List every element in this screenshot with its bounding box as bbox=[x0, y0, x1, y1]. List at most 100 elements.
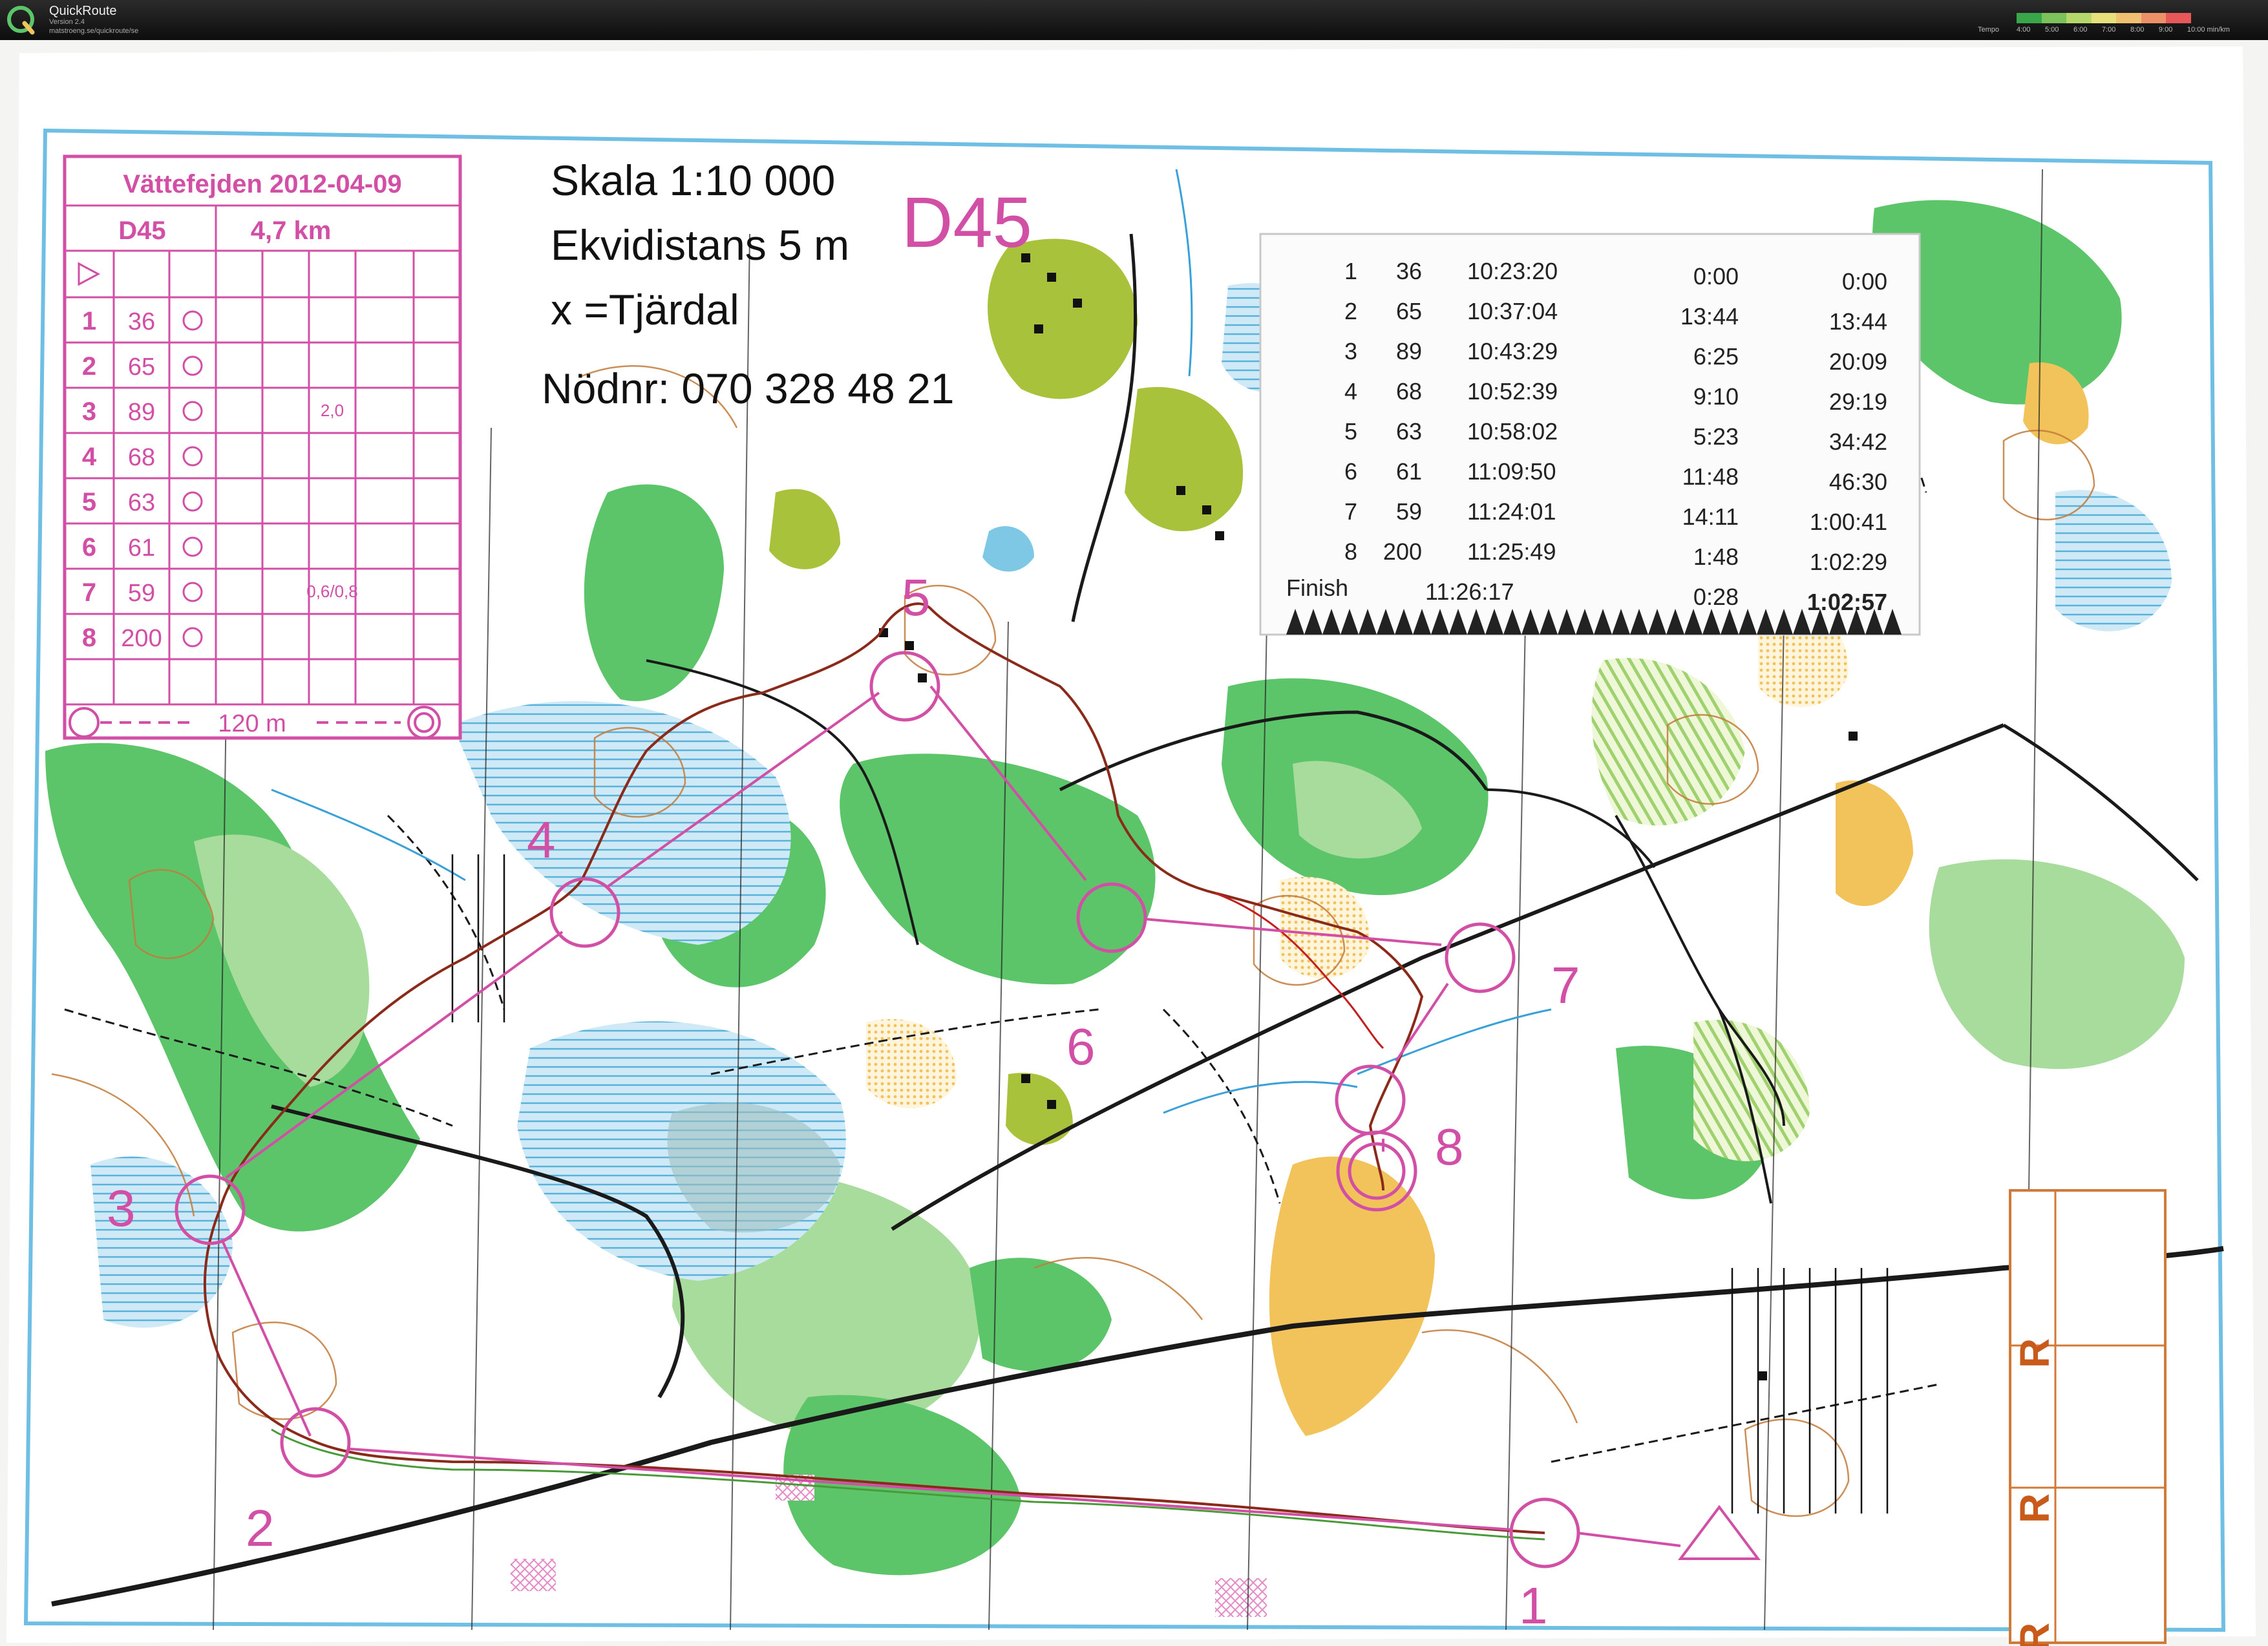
split-finish-label: Finish bbox=[1286, 575, 1348, 601]
forbidden-area bbox=[511, 1559, 556, 1591]
split-clock: 10:58:02 bbox=[1467, 418, 1558, 445]
tempo-color-swatch bbox=[2091, 13, 2117, 23]
split-clock: 10:52:39 bbox=[1467, 378, 1558, 405]
control-number-6: 6 bbox=[1066, 1018, 1096, 1075]
control-description-sheet: Vättefejden 2012-04-09 D45 4,7 km 1 362 65… bbox=[63, 154, 462, 740]
split-total: 46:30 bbox=[1829, 469, 1887, 495]
split-leg: 13:44 bbox=[1680, 303, 1739, 330]
description-control-number: 1 bbox=[82, 307, 96, 335]
tempo-color-scale bbox=[2017, 13, 2192, 23]
split-number: 7 bbox=[1344, 498, 1357, 525]
description-control-number: 7 bbox=[82, 578, 96, 607]
tempo-color-swatch bbox=[2041, 13, 2067, 23]
split-number: 3 bbox=[1344, 338, 1357, 364]
description-control-code: 68 bbox=[128, 444, 155, 471]
tempo-tick: 9:00 bbox=[2158, 26, 2173, 34]
description-control-code: 89 bbox=[128, 399, 155, 426]
split-total: 13:44 bbox=[1829, 308, 1887, 335]
split-code: 63 bbox=[1396, 418, 1422, 445]
split-total: 0:00 bbox=[1842, 268, 1887, 295]
split-leg: 14:11 bbox=[1682, 503, 1739, 530]
description-control-code: 59 bbox=[128, 580, 155, 607]
tempo-tick: 6:00 bbox=[2073, 26, 2088, 34]
description-control-code: 65 bbox=[128, 353, 155, 381]
control-number-1: 1 bbox=[1519, 1577, 1548, 1634]
split-code: 200 bbox=[1383, 538, 1422, 565]
description-control-number: 8 bbox=[82, 624, 96, 652]
split-total: 29:19 bbox=[1829, 388, 1887, 415]
control-number-7: 7 bbox=[1551, 956, 1580, 1014]
description-control-code: 200 bbox=[121, 625, 162, 652]
tempo-color-swatch bbox=[2141, 13, 2167, 23]
app-version: Version 2.4 bbox=[49, 18, 85, 26]
split-number: 8 bbox=[1344, 538, 1357, 565]
orienteering-map: 1 2 3 4 5 6 7 8 R R R Skala 1:10 000 Ekv… bbox=[0, 40, 2268, 1646]
split-leg: 11:48 bbox=[1682, 463, 1739, 490]
margin-letter: R bbox=[2011, 1338, 2058, 1368]
control-number-3: 3 bbox=[107, 1179, 136, 1237]
split-clock: 11:09:50 bbox=[1467, 458, 1556, 485]
split-finish-total: 1:02:57 bbox=[1807, 589, 1887, 615]
split-clock: 10:23:20 bbox=[1467, 258, 1558, 284]
description-control-code: 63 bbox=[128, 489, 155, 516]
tempo-tick: 4:00 bbox=[2017, 26, 2031, 34]
tempo-color-swatch bbox=[2017, 13, 2042, 23]
description-extra: 0,6/0,8 bbox=[306, 582, 358, 601]
control-number-5: 5 bbox=[902, 569, 931, 626]
control-number-2: 2 bbox=[246, 1499, 275, 1557]
description-control-number: 5 bbox=[82, 488, 96, 516]
split-code: 61 bbox=[1396, 458, 1422, 485]
map-class: D45 bbox=[902, 183, 1032, 262]
description-extra: 2,0 bbox=[321, 401, 344, 420]
margin-letter: R bbox=[2011, 1493, 2058, 1523]
split-code: 89 bbox=[1396, 338, 1422, 364]
split-total: 20:09 bbox=[1829, 348, 1887, 375]
tempo-tick: 10:00 min/km bbox=[2187, 26, 2230, 34]
split-total: 34:42 bbox=[1829, 428, 1887, 455]
map-scale: Skala 1:10 000 bbox=[551, 156, 835, 204]
split-code: 68 bbox=[1396, 378, 1422, 405]
split-number: 5 bbox=[1344, 418, 1357, 445]
description-control-number: 3 bbox=[82, 397, 96, 426]
quickroute-logo-icon bbox=[7, 6, 35, 35]
split-finish-leg: 0:28 bbox=[1693, 584, 1739, 610]
tempo-label: Tempo bbox=[1978, 26, 2000, 34]
split-leg: 6:25 bbox=[1693, 343, 1739, 370]
split-clock: 11:24:01 bbox=[1467, 498, 1556, 525]
split-clock: 10:43:29 bbox=[1467, 338, 1558, 364]
split-clock: 10:37:04 bbox=[1467, 298, 1558, 324]
split-code: 65 bbox=[1396, 298, 1422, 324]
split-times-receipt: 1 36 10:23:20 0:00 0:002 65 10:37:04 13:44 13:44… bbox=[1259, 233, 1921, 636]
map-contour: Ekvidistans 5 m bbox=[551, 221, 849, 269]
tempo-tick-labels: 4:00 5:00 6:00 7:00 8:00 9:00 10:00 min/km bbox=[2017, 26, 2230, 34]
tempo-color-swatch bbox=[2066, 13, 2092, 23]
split-code: 36 bbox=[1396, 258, 1422, 284]
split-number: 6 bbox=[1344, 458, 1357, 485]
tempo-color-swatch bbox=[2116, 13, 2141, 23]
margin-letter: R bbox=[2011, 1623, 2058, 1646]
forbidden-area bbox=[1215, 1578, 1267, 1617]
split-code: 59 bbox=[1396, 498, 1422, 525]
course-class: D45 bbox=[118, 216, 165, 245]
description-control-number: 6 bbox=[82, 533, 96, 562]
control-number-8: 8 bbox=[1435, 1118, 1464, 1176]
split-leg: 1:48 bbox=[1693, 543, 1739, 570]
split-leg: 5:23 bbox=[1693, 423, 1739, 450]
event-name: Vättefejden 2012-04-09 bbox=[123, 170, 401, 198]
description-control-number: 2 bbox=[82, 352, 96, 381]
split-finish-clock: 11:26:17 bbox=[1425, 578, 1514, 605]
tempo-tick: 5:00 bbox=[2044, 26, 2059, 34]
tempo-color-swatch bbox=[2166, 13, 2192, 23]
split-total: 1:02:29 bbox=[1810, 549, 1887, 575]
split-leg: 0:00 bbox=[1693, 263, 1739, 290]
tempo-tick: 8:00 bbox=[2130, 26, 2145, 34]
app-titlebar: QuickRoute Version 2.4 matstroeng.se/qui… bbox=[0, 0, 2268, 40]
split-clock: 11:25:49 bbox=[1467, 538, 1556, 565]
margin-box: R R R bbox=[2009, 1189, 2167, 1646]
map-note: x =Tjärdal bbox=[551, 286, 739, 333]
split-number: 4 bbox=[1344, 378, 1357, 405]
description-control-number: 4 bbox=[82, 443, 97, 471]
map-emergency: Nödnr: 070 328 48 21 bbox=[542, 364, 955, 412]
control-number-4: 4 bbox=[527, 811, 556, 869]
description-control-code: 36 bbox=[128, 308, 155, 335]
